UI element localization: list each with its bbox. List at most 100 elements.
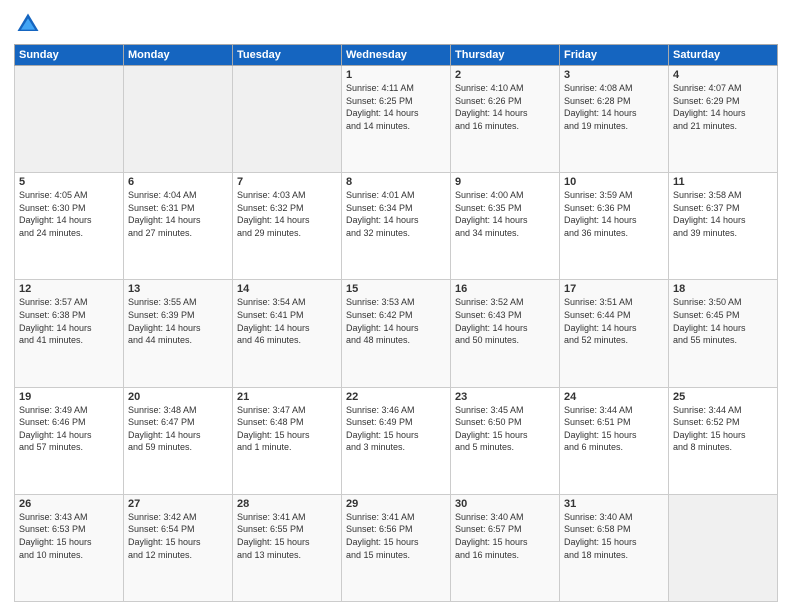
calendar-cell [233, 66, 342, 173]
day-info: Sunrise: 3:41 AM Sunset: 6:55 PM Dayligh… [237, 511, 337, 561]
day-info: Sunrise: 3:49 AM Sunset: 6:46 PM Dayligh… [19, 404, 119, 454]
day-number: 1 [346, 69, 446, 81]
day-number: 10 [564, 176, 664, 188]
day-number: 19 [19, 391, 119, 403]
calendar-cell: 4Sunrise: 4:07 AM Sunset: 6:29 PM Daylig… [669, 66, 778, 173]
calendar-header-row: SundayMondayTuesdayWednesdayThursdayFrid… [15, 45, 778, 66]
calendar-cell: 28Sunrise: 3:41 AM Sunset: 6:55 PM Dayli… [233, 494, 342, 601]
calendar-cell: 15Sunrise: 3:53 AM Sunset: 6:42 PM Dayli… [342, 280, 451, 387]
day-number: 14 [237, 283, 337, 295]
calendar-cell: 6Sunrise: 4:04 AM Sunset: 6:31 PM Daylig… [124, 173, 233, 280]
day-number: 15 [346, 283, 446, 295]
calendar: SundayMondayTuesdayWednesdayThursdayFrid… [14, 44, 778, 602]
day-number: 28 [237, 498, 337, 510]
day-info: Sunrise: 4:10 AM Sunset: 6:26 PM Dayligh… [455, 82, 555, 132]
day-number: 22 [346, 391, 446, 403]
weekday-header: Friday [560, 45, 669, 66]
calendar-cell: 5Sunrise: 4:05 AM Sunset: 6:30 PM Daylig… [15, 173, 124, 280]
day-info: Sunrise: 3:58 AM Sunset: 6:37 PM Dayligh… [673, 189, 773, 239]
calendar-cell: 3Sunrise: 4:08 AM Sunset: 6:28 PM Daylig… [560, 66, 669, 173]
calendar-cell: 22Sunrise: 3:46 AM Sunset: 6:49 PM Dayli… [342, 387, 451, 494]
day-number: 12 [19, 283, 119, 295]
calendar-cell: 12Sunrise: 3:57 AM Sunset: 6:38 PM Dayli… [15, 280, 124, 387]
weekday-header: Monday [124, 45, 233, 66]
calendar-week-row: 12Sunrise: 3:57 AM Sunset: 6:38 PM Dayli… [15, 280, 778, 387]
day-number: 8 [346, 176, 446, 188]
calendar-week-row: 5Sunrise: 4:05 AM Sunset: 6:30 PM Daylig… [15, 173, 778, 280]
weekday-header: Sunday [15, 45, 124, 66]
calendar-cell: 24Sunrise: 3:44 AM Sunset: 6:51 PM Dayli… [560, 387, 669, 494]
logo [14, 10, 47, 38]
calendar-cell: 20Sunrise: 3:48 AM Sunset: 6:47 PM Dayli… [124, 387, 233, 494]
day-number: 11 [673, 176, 773, 188]
calendar-cell: 2Sunrise: 4:10 AM Sunset: 6:26 PM Daylig… [451, 66, 560, 173]
day-info: Sunrise: 3:57 AM Sunset: 6:38 PM Dayligh… [19, 296, 119, 346]
calendar-cell [124, 66, 233, 173]
day-info: Sunrise: 4:01 AM Sunset: 6:34 PM Dayligh… [346, 189, 446, 239]
day-number: 6 [128, 176, 228, 188]
calendar-cell: 14Sunrise: 3:54 AM Sunset: 6:41 PM Dayli… [233, 280, 342, 387]
weekday-header: Wednesday [342, 45, 451, 66]
day-info: Sunrise: 3:44 AM Sunset: 6:52 PM Dayligh… [673, 404, 773, 454]
calendar-cell: 8Sunrise: 4:01 AM Sunset: 6:34 PM Daylig… [342, 173, 451, 280]
day-info: Sunrise: 4:08 AM Sunset: 6:28 PM Dayligh… [564, 82, 664, 132]
day-info: Sunrise: 3:42 AM Sunset: 6:54 PM Dayligh… [128, 511, 228, 561]
calendar-cell: 17Sunrise: 3:51 AM Sunset: 6:44 PM Dayli… [560, 280, 669, 387]
day-info: Sunrise: 3:40 AM Sunset: 6:58 PM Dayligh… [564, 511, 664, 561]
day-number: 23 [455, 391, 555, 403]
day-number: 13 [128, 283, 228, 295]
day-info: Sunrise: 3:47 AM Sunset: 6:48 PM Dayligh… [237, 404, 337, 454]
day-number: 2 [455, 69, 555, 81]
day-info: Sunrise: 3:52 AM Sunset: 6:43 PM Dayligh… [455, 296, 555, 346]
weekday-header: Saturday [669, 45, 778, 66]
day-info: Sunrise: 3:51 AM Sunset: 6:44 PM Dayligh… [564, 296, 664, 346]
day-number: 29 [346, 498, 446, 510]
calendar-cell: 25Sunrise: 3:44 AM Sunset: 6:52 PM Dayli… [669, 387, 778, 494]
day-number: 18 [673, 283, 773, 295]
calendar-cell: 26Sunrise: 3:43 AM Sunset: 6:53 PM Dayli… [15, 494, 124, 601]
calendar-cell: 19Sunrise: 3:49 AM Sunset: 6:46 PM Dayli… [15, 387, 124, 494]
calendar-cell: 23Sunrise: 3:45 AM Sunset: 6:50 PM Dayli… [451, 387, 560, 494]
weekday-header: Tuesday [233, 45, 342, 66]
calendar-cell: 21Sunrise: 3:47 AM Sunset: 6:48 PM Dayli… [233, 387, 342, 494]
day-info: Sunrise: 3:46 AM Sunset: 6:49 PM Dayligh… [346, 404, 446, 454]
calendar-cell [669, 494, 778, 601]
calendar-cell: 31Sunrise: 3:40 AM Sunset: 6:58 PM Dayli… [560, 494, 669, 601]
day-number: 26 [19, 498, 119, 510]
day-info: Sunrise: 4:11 AM Sunset: 6:25 PM Dayligh… [346, 82, 446, 132]
day-number: 16 [455, 283, 555, 295]
weekday-header: Thursday [451, 45, 560, 66]
day-info: Sunrise: 3:50 AM Sunset: 6:45 PM Dayligh… [673, 296, 773, 346]
day-number: 20 [128, 391, 228, 403]
day-number: 31 [564, 498, 664, 510]
day-number: 3 [564, 69, 664, 81]
day-number: 17 [564, 283, 664, 295]
calendar-cell: 29Sunrise: 3:41 AM Sunset: 6:56 PM Dayli… [342, 494, 451, 601]
day-info: Sunrise: 3:40 AM Sunset: 6:57 PM Dayligh… [455, 511, 555, 561]
day-info: Sunrise: 4:04 AM Sunset: 6:31 PM Dayligh… [128, 189, 228, 239]
day-info: Sunrise: 3:59 AM Sunset: 6:36 PM Dayligh… [564, 189, 664, 239]
calendar-cell [15, 66, 124, 173]
calendar-cell: 10Sunrise: 3:59 AM Sunset: 6:36 PM Dayli… [560, 173, 669, 280]
calendar-cell: 18Sunrise: 3:50 AM Sunset: 6:45 PM Dayli… [669, 280, 778, 387]
calendar-cell: 11Sunrise: 3:58 AM Sunset: 6:37 PM Dayli… [669, 173, 778, 280]
day-info: Sunrise: 3:41 AM Sunset: 6:56 PM Dayligh… [346, 511, 446, 561]
calendar-cell: 7Sunrise: 4:03 AM Sunset: 6:32 PM Daylig… [233, 173, 342, 280]
day-info: Sunrise: 3:43 AM Sunset: 6:53 PM Dayligh… [19, 511, 119, 561]
day-info: Sunrise: 3:54 AM Sunset: 6:41 PM Dayligh… [237, 296, 337, 346]
calendar-week-row: 26Sunrise: 3:43 AM Sunset: 6:53 PM Dayli… [15, 494, 778, 601]
calendar-week-row: 19Sunrise: 3:49 AM Sunset: 6:46 PM Dayli… [15, 387, 778, 494]
calendar-week-row: 1Sunrise: 4:11 AM Sunset: 6:25 PM Daylig… [15, 66, 778, 173]
calendar-cell: 27Sunrise: 3:42 AM Sunset: 6:54 PM Dayli… [124, 494, 233, 601]
day-info: Sunrise: 3:48 AM Sunset: 6:47 PM Dayligh… [128, 404, 228, 454]
day-number: 7 [237, 176, 337, 188]
day-number: 9 [455, 176, 555, 188]
day-info: Sunrise: 3:55 AM Sunset: 6:39 PM Dayligh… [128, 296, 228, 346]
day-info: Sunrise: 3:53 AM Sunset: 6:42 PM Dayligh… [346, 296, 446, 346]
day-info: Sunrise: 3:44 AM Sunset: 6:51 PM Dayligh… [564, 404, 664, 454]
day-number: 24 [564, 391, 664, 403]
day-info: Sunrise: 3:45 AM Sunset: 6:50 PM Dayligh… [455, 404, 555, 454]
page: SundayMondayTuesdayWednesdayThursdayFrid… [0, 0, 792, 612]
day-number: 30 [455, 498, 555, 510]
day-info: Sunrise: 4:00 AM Sunset: 6:35 PM Dayligh… [455, 189, 555, 239]
